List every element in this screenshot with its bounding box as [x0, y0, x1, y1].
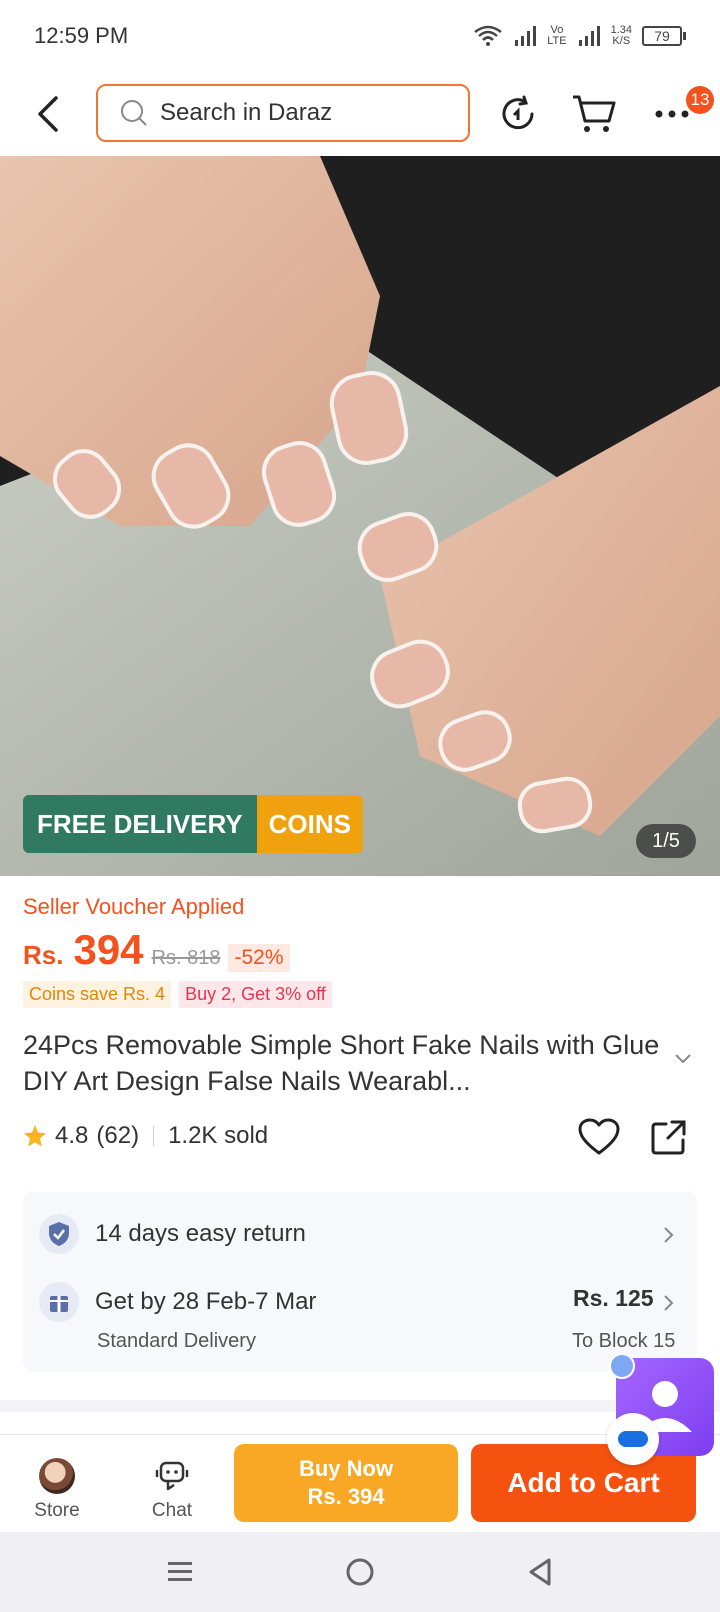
delivery-type: Standard Delivery [97, 1330, 256, 1352]
share-icon [651, 1120, 686, 1155]
search-icon [121, 100, 147, 126]
image-counter: 1/5 [636, 824, 696, 858]
status-icons: Vo LTE 1.34 K/S 79 [473, 24, 686, 48]
buy-now-price: Rs. 394 [307, 1484, 385, 1509]
price-currency: Rs. [23, 940, 64, 970]
assistant-chat-bubble[interactable] [607, 1413, 659, 1465]
chevron-right-icon [664, 1295, 674, 1311]
return-policy-text: 14 days easy return [95, 1220, 306, 1247]
top-header [0, 78, 720, 150]
delivery-fee: Rs. 125 [573, 1285, 654, 1311]
net-speed: 1.34 K/S [610, 24, 632, 47]
share-button[interactable] [650, 1118, 688, 1161]
star-icon [24, 1125, 46, 1147]
chat-button[interactable]: Chat [132, 1456, 212, 1522]
store-avatar [39, 1458, 75, 1494]
search-box[interactable] [96, 84, 470, 142]
rating-row[interactable]: 4.8 (62) 1.2K sold [23, 1122, 268, 1150]
system-back-button[interactable] [520, 1552, 560, 1592]
product-image[interactable] [0, 156, 720, 876]
store-label: Store [34, 1500, 80, 1521]
status-time: 12:59 PM [34, 23, 129, 48]
chat-label: Chat [151, 1500, 193, 1521]
back-button[interactable] [30, 92, 70, 136]
chat-icon [155, 1461, 189, 1491]
service-card: 14 days easy return Get by 28 Feb-7 Mar … [23, 1192, 697, 1372]
search-input[interactable] [160, 99, 440, 127]
cart-button[interactable] [570, 90, 618, 138]
wifi-icon [474, 25, 502, 46]
sold-count: 1.2K sold [168, 1122, 269, 1149]
delivery-date-text: Get by 28 Feb-7 Mar [95, 1288, 317, 1315]
gift-icon [39, 1282, 79, 1322]
price-value: 394 [73, 926, 144, 973]
delivery-row[interactable]: Get by 28 Feb-7 Mar [39, 1282, 316, 1322]
more-badge: 13 [686, 86, 714, 114]
buy-now-label: Buy Now [298, 1456, 394, 1481]
coins-save-tag[interactable]: Coins save Rs. 4 [23, 981, 172, 1008]
back-triangle-icon [529, 1558, 551, 1586]
price-row: Rs. 394 Rs. 818 -52% [23, 926, 290, 974]
product-photo [0, 156, 720, 876]
more-icon [655, 110, 689, 118]
chat-bubble-icon [618, 1431, 648, 1447]
recent-apps-button[interactable] [160, 1552, 200, 1592]
signal-icon-2 [578, 26, 600, 46]
rating-value: 4.8 [55, 1122, 89, 1149]
volte-indicator: Vo LTE [547, 24, 567, 47]
signal-icon [515, 26, 537, 46]
delivery-coins-badge: FREE DELIVERY COINS [23, 795, 363, 853]
menu-icon [168, 1562, 192, 1581]
back-icon [38, 96, 58, 132]
assistant-notification-dot [609, 1353, 635, 1379]
chevron-down-icon [675, 1054, 691, 1064]
battery-icon: 79 [642, 26, 686, 46]
home-circle-icon [346, 1558, 374, 1586]
section-divider [0, 1400, 720, 1412]
discount-badge: -52% [228, 944, 290, 972]
refresh-button[interactable] [494, 90, 542, 138]
review-count: (62) [96, 1122, 140, 1149]
original-price: Rs. 818 [151, 947, 221, 969]
buy-now-button[interactable]: Buy Now Rs. 394 [234, 1444, 458, 1522]
promo-row: Coins save Rs. 4 Buy 2, Get 3% off [23, 981, 332, 1008]
return-policy-row[interactable]: 14 days easy return [39, 1214, 306, 1254]
delivery-location[interactable]: To Block 15 [572, 1330, 675, 1353]
shield-check-icon [39, 1214, 79, 1254]
expand-title-button[interactable] [674, 1052, 692, 1070]
coins-badge: COINS [256, 795, 363, 853]
store-button[interactable]: Store [17, 1456, 97, 1522]
voucher-label: Seller Voucher Applied [23, 894, 245, 919]
product-title: 24Pcs Removable Simple Short Fake Nails … [23, 1030, 660, 1096]
chevron-right-icon [664, 1227, 674, 1243]
wishlist-button[interactable] [578, 1118, 620, 1161]
system-nav-bar [0, 1532, 720, 1612]
bundle-discount-tag[interactable]: Buy 2, Get 3% off [179, 981, 332, 1008]
home-button[interactable] [340, 1552, 380, 1592]
cart-icon [573, 95, 616, 132]
heart-icon [578, 1118, 620, 1155]
status-bar: 12:59 PM Vo LTE 1.34 K/S 79 [0, 0, 720, 72]
refresh-icon [502, 95, 534, 130]
free-delivery-badge: FREE DELIVERY [23, 795, 257, 853]
rating-divider [153, 1126, 155, 1146]
